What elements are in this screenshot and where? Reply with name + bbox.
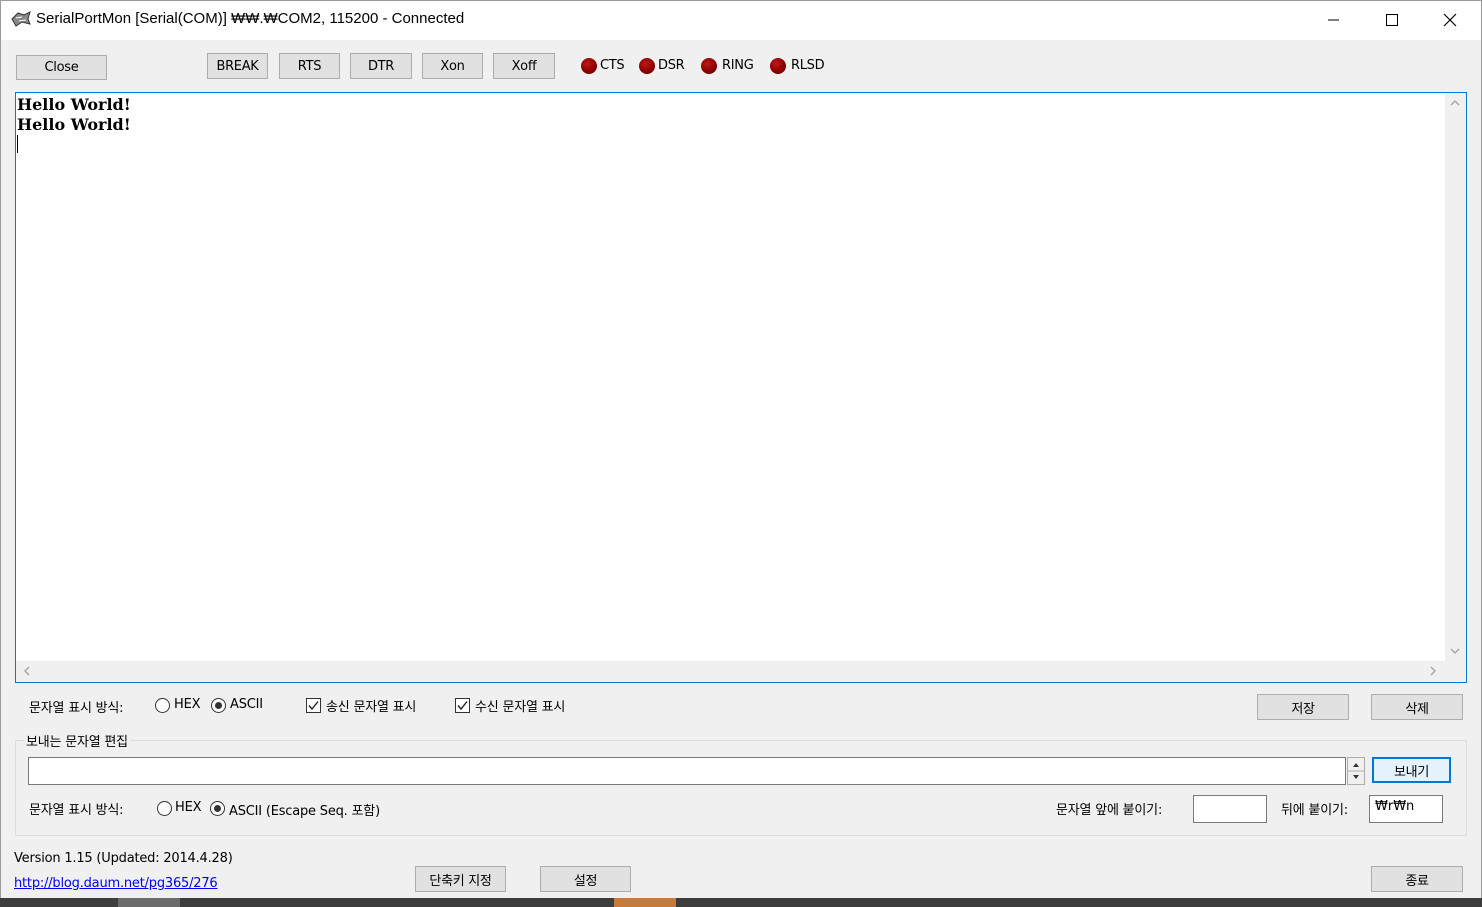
rlsd-label: RLSD [791,58,825,73]
blog-link[interactable]: http://blog.daum.net/pg365/276 [14,876,218,891]
dsr-label: DSR [658,58,685,73]
spin-arrows-icon [1348,763,1364,779]
prefix-input[interactable] [1193,795,1267,823]
receive-textarea[interactable] [15,92,1467,683]
shortcut-button[interactable]: 단축키 지정 [415,866,506,892]
scroll-down-icon[interactable] [1450,645,1460,657]
rts-button[interactable]: RTS [279,53,340,79]
suffix-label: 뒤에 붙이기: [1281,803,1348,818]
settings-button[interactable]: 설정 [540,866,631,892]
cts-label: CTS [600,58,625,73]
version-text: Version 1.15 (Updated: 2014.4.28) [14,851,233,866]
scroll-right-icon[interactable] [1429,666,1437,678]
send-button[interactable]: 보내기 [1372,757,1451,783]
display-ascii-label: ASCII [230,697,263,712]
send-hex-label: HEX [175,800,202,815]
ring-led-icon [701,58,717,74]
checkmark-icon [457,701,468,711]
text-caret [17,135,18,153]
scroll-left-icon[interactable] [23,666,31,678]
dtr-button[interactable]: DTR [350,53,412,79]
minimize-button[interactable] [1305,0,1363,40]
show-sent-checkbox[interactable] [306,698,321,713]
save-button[interactable]: 저장 [1257,694,1349,720]
vertical-scrollbar[interactable] [1445,93,1466,661]
suffix-input[interactable]: ₩r₩n [1369,795,1443,823]
window-frame-left [0,40,1,900]
send-mode-label: 문자열 표시 방식: [29,803,124,818]
window-title: SerialPortMon [Serial(COM)] ₩₩.₩COM2, 11… [36,10,465,27]
close-window-button[interactable] [1421,0,1479,40]
display-ascii-radio[interactable] [211,698,226,713]
send-ascii-radio[interactable] [210,801,225,816]
cts-led-icon [581,58,597,74]
close-port-button[interactable]: Close [16,55,107,80]
maximize-icon [1386,14,1398,26]
send-hex-radio[interactable] [157,801,172,816]
show-sent-label: 송신 문자열 표시 [326,700,417,715]
show-received-checkbox[interactable] [455,698,470,713]
send-group-title: 보내는 문자열 편집 [24,731,130,750]
display-hex-label: HEX [174,697,201,712]
minimize-icon [1328,19,1339,21]
break-button[interactable]: BREAK [207,53,268,79]
taskbar-item-active[interactable] [614,898,676,907]
exit-button[interactable]: 종료 [1371,866,1463,892]
xon-button[interactable]: Xon [422,53,483,79]
scroll-up-icon[interactable] [1450,97,1460,109]
ring-label: RING [722,58,754,73]
checkmark-icon [308,701,319,711]
display-hex-radio[interactable] [155,698,170,713]
show-received-label: 수신 문자열 표시 [475,700,566,715]
send-text-input[interactable] [28,757,1346,785]
send-ascii-label: ASCII (Escape Seq. 포함) [229,804,380,819]
taskbar [0,898,1482,907]
scrollbar-corner [1445,661,1466,682]
app-icon [10,10,32,28]
dsr-led-icon [639,58,655,74]
close-icon [1443,13,1457,27]
maximize-button[interactable] [1363,0,1421,40]
taskbar-item[interactable] [118,898,180,907]
prefix-label: 문자열 앞에 붙이기: [1056,803,1163,818]
send-history-spinner[interactable] [1347,757,1365,785]
xoff-button[interactable]: Xoff [493,53,555,79]
horizontal-scrollbar[interactable] [16,661,1445,682]
rlsd-led-icon [770,58,786,74]
delete-button[interactable]: 삭제 [1371,694,1463,720]
receive-text: Hello World! Hello World! [17,95,131,134]
display-mode-label: 문자열 표시 방식: [29,701,124,716]
